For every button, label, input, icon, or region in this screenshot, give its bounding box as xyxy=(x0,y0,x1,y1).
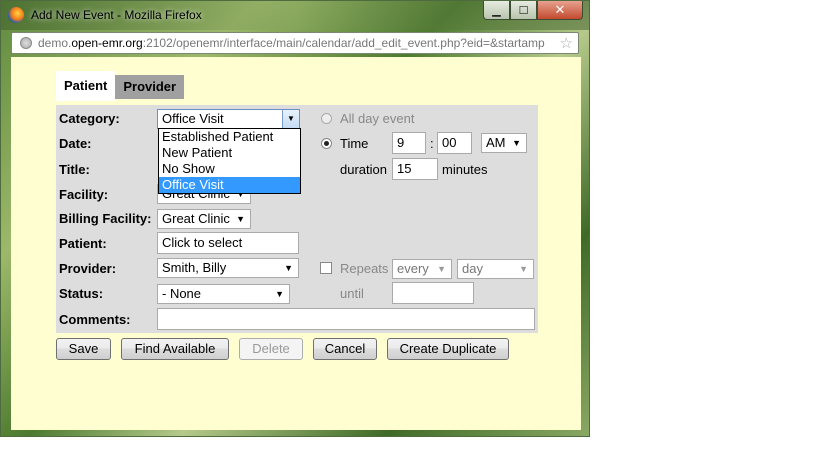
facility-label: Facility: xyxy=(59,187,109,202)
chevron-down-icon: ▼ xyxy=(236,214,245,224)
category-option-selected[interactable]: Office Visit xyxy=(159,177,300,193)
firefox-icon xyxy=(8,7,24,23)
patient-label: Patient: xyxy=(59,236,107,251)
minutes-label: minutes xyxy=(442,162,488,177)
category-option[interactable]: Established Patient xyxy=(159,129,300,145)
chevron-down-icon[interactable]: ▼ xyxy=(282,110,299,128)
cancel-button[interactable]: Cancel xyxy=(313,338,377,360)
tab-provider[interactable]: Provider xyxy=(115,75,185,99)
find-available-button[interactable]: Find Available xyxy=(121,338,229,360)
window-controls: ▁ ☐ ✕ xyxy=(483,1,583,21)
tab-bar: Patient Provider xyxy=(56,71,185,101)
minimize-icon: ▁ xyxy=(492,4,501,17)
duration-label: duration xyxy=(340,162,387,177)
date-label: Date: xyxy=(59,136,92,151)
tab-patient[interactable]: Patient xyxy=(56,71,116,101)
repeat-every-select[interactable]: every ▼ xyxy=(392,259,452,279)
delete-button[interactable]: Delete xyxy=(239,338,303,360)
until-label: until xyxy=(340,286,364,301)
category-dropdown-list: Established Patient New Patient No Show … xyxy=(158,128,301,194)
comments-input[interactable] xyxy=(157,308,535,330)
category-label: Category: xyxy=(59,111,120,126)
url-text[interactable]: demo.open-emr.org:2102/openemr/interface… xyxy=(38,36,556,50)
time-label: Time xyxy=(340,136,369,151)
maximize-icon: ☐ xyxy=(518,4,529,17)
all-day-label: All day event xyxy=(340,111,415,126)
billing-facility-select[interactable]: Great Clinic ▼ xyxy=(157,209,251,229)
repeats-checkbox[interactable] xyxy=(320,262,332,274)
status-select[interactable]: - None ▼ xyxy=(157,284,290,304)
bookmark-star-icon[interactable]: ☆ xyxy=(560,34,573,52)
chevron-down-icon: ▼ xyxy=(512,138,521,148)
title-bar[interactable]: Add New Event - Mozilla Firefox ▁ ☐ ✕ xyxy=(1,1,589,30)
ampm-select[interactable]: AM ▼ xyxy=(481,133,527,153)
address-bar[interactable]: demo.open-emr.org:2102/openemr/interface… xyxy=(11,32,579,54)
minute-input[interactable]: 00 xyxy=(437,132,472,154)
patient-input[interactable]: Click to select xyxy=(157,232,299,254)
chevron-down-icon: ▼ xyxy=(284,263,293,273)
chevron-down-icon: ▼ xyxy=(437,264,446,274)
provider-label: Provider: xyxy=(59,261,117,276)
category-option[interactable]: No Show xyxy=(159,161,300,177)
time-radio[interactable] xyxy=(321,138,332,149)
until-input[interactable] xyxy=(392,282,474,304)
all-day-radio[interactable] xyxy=(321,113,332,124)
status-label: Status: xyxy=(59,286,104,301)
chevron-down-icon: ▼ xyxy=(519,264,528,274)
chevron-down-icon: ▼ xyxy=(275,289,284,299)
provider-select[interactable]: Smith, Billy ▼ xyxy=(157,258,299,278)
page-content: Patient Provider Category: Date: Title: … xyxy=(11,57,581,430)
repeats-label: Repeats xyxy=(340,261,389,276)
category-select[interactable]: Office Visit ▼ xyxy=(157,109,300,129)
title-label: Title: xyxy=(59,162,90,177)
firefox-window: Add New Event - Mozilla Firefox ▁ ☐ ✕ de… xyxy=(0,0,590,437)
hour-input[interactable]: 9 xyxy=(392,132,426,154)
url-domain: open-emr.org xyxy=(71,36,143,50)
repeat-unit-select[interactable]: day ▼ xyxy=(457,259,534,279)
time-colon: : xyxy=(430,136,434,151)
close-button[interactable]: ✕ xyxy=(537,1,583,20)
category-option[interactable]: New Patient xyxy=(159,145,300,161)
maximize-button[interactable]: ☐ xyxy=(510,1,537,20)
globe-icon xyxy=(20,37,32,49)
create-duplicate-button[interactable]: Create Duplicate xyxy=(387,338,509,360)
billing-facility-label: Billing Facility: xyxy=(59,211,152,226)
minimize-button[interactable]: ▁ xyxy=(483,1,510,20)
window-title: Add New Event - Mozilla Firefox xyxy=(31,8,202,22)
duration-input[interactable]: 15 xyxy=(392,158,438,180)
save-button[interactable]: Save xyxy=(56,338,111,360)
close-icon: ✕ xyxy=(554,2,566,17)
comments-label: Comments: xyxy=(59,312,131,327)
